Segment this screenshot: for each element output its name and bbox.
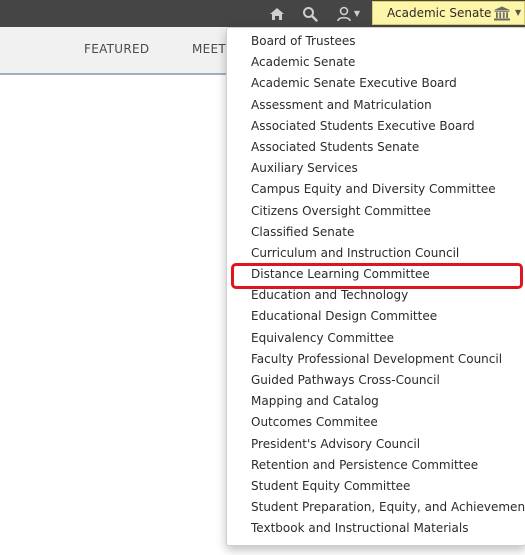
menu-item[interactable]: Curriculum and Instruction Council: [227, 243, 525, 264]
menu-item[interactable]: Academic Senate: [227, 52, 525, 73]
menu-item[interactable]: Education and Technology: [227, 285, 525, 306]
menu-item[interactable]: Auxiliary Services: [227, 158, 525, 179]
menu-item[interactable]: Outcomes Commitee: [227, 412, 525, 433]
group-selector[interactable]: Academic Senate ▼: [372, 1, 525, 25]
group-dropdown-menu: Board of Trustees Academic Senate Academ…: [226, 27, 525, 546]
menu-item[interactable]: Student Equity Committee: [227, 476, 525, 497]
nav-featured[interactable]: FEATURED: [84, 42, 149, 56]
user-icon: [337, 6, 351, 21]
chevron-down-icon: ▼: [353, 9, 361, 18]
chevron-down-icon: ▼: [515, 8, 522, 17]
home-icon[interactable]: [266, 4, 288, 23]
menu-item[interactable]: Associated Students Executive Board: [227, 116, 525, 137]
menu-item[interactable]: Assessment and Matriculation: [227, 95, 525, 116]
menu-item[interactable]: Academic Senate Executive Board: [227, 73, 525, 94]
menu-item[interactable]: Associated Students Senate: [227, 137, 525, 158]
building-icon: [494, 6, 510, 21]
menu-item[interactable]: Board of Trustees: [227, 31, 525, 52]
menu-item[interactable]: President's Advisory Council: [227, 434, 525, 455]
menu-item[interactable]: Citizens Oversight Committee: [227, 201, 525, 222]
menu-item-distance-learning[interactable]: Distance Learning Committee: [227, 264, 525, 285]
menu-item[interactable]: Student Preparation, Equity, and Achieve…: [227, 497, 525, 518]
user-menu-button[interactable]: ▼: [333, 4, 363, 23]
menu-item[interactable]: Guided Pathways Cross-Council: [227, 370, 525, 391]
menu-item[interactable]: Faculty Professional Development Council: [227, 349, 525, 370]
menu-item[interactable]: Equivalency Committee: [227, 328, 525, 349]
top-bar: ▼ Academic Senate ▼: [0, 0, 525, 27]
nav-meetings[interactable]: MEET: [192, 42, 226, 56]
menu-item[interactable]: Classified Senate: [227, 222, 525, 243]
menu-item[interactable]: Campus Equity and Diversity Committee: [227, 179, 525, 200]
group-selector-label: Academic Senate: [387, 6, 492, 20]
menu-item[interactable]: Educational Design Committee: [227, 306, 525, 327]
search-icon[interactable]: [299, 4, 321, 23]
menu-item[interactable]: Mapping and Catalog: [227, 391, 525, 412]
menu-item[interactable]: Retention and Persistence Committee: [227, 455, 525, 476]
menu-item[interactable]: Textbook and Instructional Materials: [227, 518, 525, 539]
